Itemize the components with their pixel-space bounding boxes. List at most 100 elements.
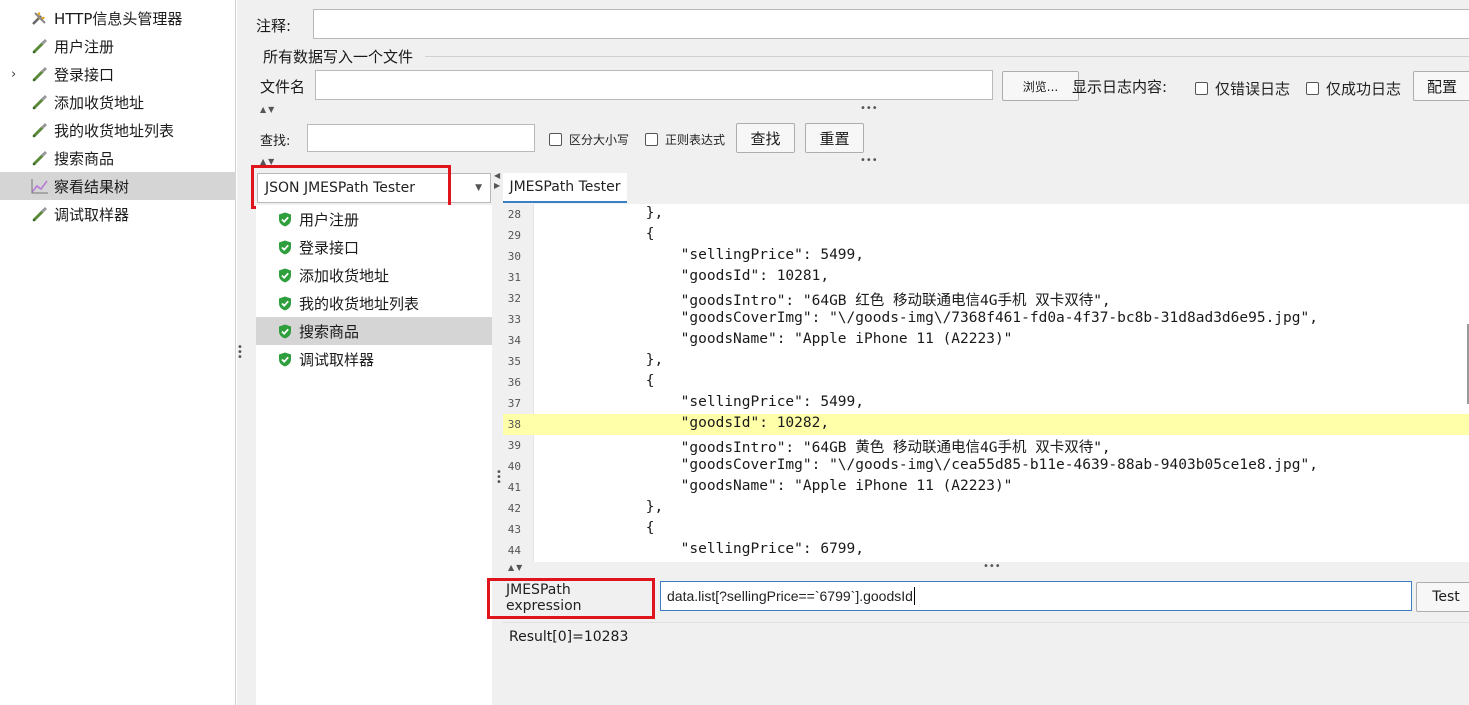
- code-line: 39 "goodsIntro": "64GB 黄色 移动联通电信4G手机 双卡双…: [503, 435, 1469, 456]
- errors-only-checkbox[interactable]: 仅错误日志: [1195, 78, 1290, 99]
- sampler-result-item[interactable]: 添加收货地址: [256, 261, 492, 289]
- drag-handle-icon[interactable]: •••: [860, 103, 878, 114]
- line-number: 34: [507, 334, 521, 347]
- tree-item[interactable]: 调试取样器: [0, 200, 236, 228]
- search-input[interactable]: [307, 124, 535, 152]
- tree-item[interactable]: 添加收货地址: [0, 88, 236, 116]
- success-shield-icon: [278, 268, 292, 283]
- wrench-icon: [31, 10, 49, 26]
- code-line: 29 {: [503, 225, 1469, 246]
- collapse-arrows-icon[interactable]: ▲▼: [508, 563, 524, 572]
- code-line: 44 "sellingPrice": 6799,: [503, 540, 1469, 561]
- line-number: 38: [507, 418, 521, 431]
- case-sensitive-checkbox[interactable]: 区分大小写: [549, 131, 629, 148]
- code-line: 38 "goodsId": 10282,: [503, 414, 1469, 435]
- code-line: 40 "goodsCoverImg": "\/goods-img\/cea55d…: [503, 456, 1469, 477]
- success-only-checkbox[interactable]: 仅成功日志: [1306, 78, 1401, 99]
- drag-handle-icon[interactable]: •••: [983, 561, 1001, 572]
- sampler-result-item[interactable]: 搜索商品: [256, 317, 492, 345]
- expand-arrow-icon[interactable]: ›: [11, 67, 16, 82]
- tree-item-label: 我的收货地址列表: [54, 121, 175, 140]
- comment-input[interactable]: [313, 9, 1469, 39]
- code-line: 28 },: [503, 204, 1469, 225]
- line-number: 33: [507, 313, 521, 326]
- code-line: 34 "goodsName": "Apple iPhone 11 (A2223)…: [503, 330, 1469, 351]
- tree-item[interactable]: 用户注册: [0, 32, 236, 60]
- text-caret: [913, 587, 915, 605]
- checkbox-box: [549, 133, 562, 146]
- code-line: 37 "sellingPrice": 5499,: [503, 393, 1469, 414]
- line-number: 40: [507, 460, 521, 473]
- success-shield-icon: [278, 240, 292, 255]
- tree-item[interactable]: 察看结果树: [0, 172, 236, 200]
- tree-item[interactable]: › 登录接口: [0, 60, 236, 88]
- find-button[interactable]: 查找: [736, 123, 795, 153]
- pipette-icon: [31, 66, 49, 82]
- code-line: 33 "goodsCoverImg": "\/goods-img\/7368f4…: [503, 309, 1469, 330]
- jmespath-expression-input[interactable]: data.list[?sellingPrice==`6799`].goodsId: [660, 581, 1412, 611]
- code-text: {: [541, 226, 655, 242]
- checkbox-box: [645, 133, 658, 146]
- regex-checkbox[interactable]: 正则表达式: [645, 131, 725, 148]
- tree-item[interactable]: 我的收货地址列表: [0, 116, 236, 144]
- tab-jmespath-tester[interactable]: JMESPath Tester: [503, 173, 627, 203]
- checkbox-box: [1306, 82, 1319, 95]
- results-tree-panel: 注释: 所有数据写入一个文件 文件名 浏览... 显示日志内容: 仅错误日志 仅…: [237, 0, 1469, 705]
- sampler-result-item[interactable]: 用户注册: [256, 205, 492, 233]
- tree-item[interactable]: 搜索商品: [0, 144, 236, 172]
- sampler-result-label: 用户注册: [299, 211, 360, 229]
- sampler-result-item[interactable]: 我的收货地址列表: [256, 289, 492, 317]
- config-button[interactable]: 配置: [1413, 71, 1469, 101]
- code-text: "goodsCoverImg": "\/goods-img\/cea55d85-…: [541, 457, 1318, 473]
- sampler-result-item[interactable]: 登录接口: [256, 233, 492, 261]
- split-divider[interactable]: ▲▼ •••: [503, 561, 1469, 576]
- line-number: 30: [507, 250, 521, 263]
- sampler-result-label: 添加收货地址: [299, 267, 390, 285]
- sampler-result-label: 搜索商品: [299, 323, 360, 341]
- line-number: 28: [507, 208, 521, 221]
- code-text: "goodsId": 10281,: [541, 268, 830, 284]
- code-line: 43 {: [503, 519, 1469, 540]
- tab-scroll-arrows-icon[interactable]: ◀ ▶: [494, 171, 500, 191]
- line-number: 32: [507, 292, 521, 305]
- line-number: 43: [507, 523, 521, 536]
- code-text: {: [541, 373, 655, 389]
- drag-handle-icon[interactable]: •••: [860, 155, 878, 166]
- code-text: "goodsName": "Apple iPhone 11 (A2223)": [541, 478, 1013, 494]
- browse-button[interactable]: 浏览...: [1002, 71, 1079, 101]
- chart-icon: [31, 178, 49, 194]
- success-shield-icon: [278, 352, 292, 367]
- line-number: 35: [507, 355, 521, 368]
- reset-button[interactable]: 重置: [805, 123, 864, 153]
- code-text: "goodsIntro": "64GB 红色 移动联通电信4G手机 双卡双待",: [541, 293, 1111, 309]
- checkbox-box: [1195, 82, 1208, 95]
- line-number: 44: [507, 544, 521, 557]
- response-json-editor[interactable]: 28 }, 29 { 30 "sellingPrice": 5499, 31 "goo…: [503, 204, 1469, 562]
- code-text: "goodsCoverImg": "\/goods-img\/7368f461-…: [541, 310, 1318, 326]
- vertical-drag-handle-icon[interactable]: • • •: [496, 468, 502, 488]
- test-button[interactable]: Test: [1416, 582, 1469, 612]
- tree-item-label: 用户注册: [54, 37, 115, 56]
- pipette-icon: [31, 38, 49, 54]
- code-line: 32 "goodsIntro": "64GB 红色 移动联通电信4G手机 双卡双…: [503, 288, 1469, 309]
- filename-input[interactable]: [315, 70, 993, 100]
- sampler-result-item[interactable]: 调试取样器: [256, 345, 492, 373]
- vertical-drag-handle-icon[interactable]: • • •: [237, 343, 243, 363]
- code-line: 41 "goodsName": "Apple iPhone 11 (A2223)…: [503, 477, 1469, 498]
- code-text: "sellingPrice": 5499,: [541, 394, 865, 410]
- code-line: 31 "goodsId": 10281,: [503, 267, 1469, 288]
- success-only-label: 仅成功日志: [1326, 80, 1402, 98]
- dropdown-arrow-icon[interactable]: ▼: [475, 183, 482, 193]
- code-line: 36 {: [503, 372, 1469, 393]
- pipette-icon: [31, 206, 49, 222]
- tree-item[interactable]: HTTP信息头管理器: [0, 4, 236, 32]
- annotation-highlight-box: [251, 165, 451, 209]
- split-divider[interactable]: ▲▼ •••: [255, 103, 1469, 118]
- success-shield-icon: [278, 324, 292, 339]
- collapse-arrows-icon[interactable]: ▲▼: [260, 105, 276, 114]
- test-plan-tree: HTTP信息头管理器用户注册 › 登录接口 添加收货地址 我的收货地址列表搜索商品 察看…: [0, 0, 236, 705]
- result-area: Result[0]=10283: [503, 622, 1469, 705]
- pipette-icon: [31, 150, 49, 166]
- line-number: 37: [507, 397, 521, 410]
- sampler-result-label: 调试取样器: [299, 351, 375, 369]
